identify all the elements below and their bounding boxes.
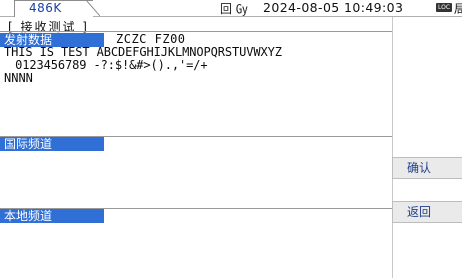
local-channel-label: 本地频道 <box>0 209 104 223</box>
intl-channel-label: 国际频道 <box>0 137 104 151</box>
status-tail-text: 局 <box>454 2 462 16</box>
soft-key-strip <box>392 0 462 278</box>
frequency-label: 486K <box>29 1 62 15</box>
message-line-3: NNNN <box>4 71 33 85</box>
confirm-button[interactable]: 确认 <box>392 157 462 179</box>
intl-channel-area <box>0 151 392 207</box>
local-channel-area <box>0 223 392 278</box>
status-bar: 486K 回 ㏉ 2024-08-05 10:49:03 LOC 局 <box>0 0 462 17</box>
message-line-2: 0123456789 -?:$!&#>().,'=/+ <box>8 58 208 72</box>
back-button[interactable]: 返回 <box>392 201 462 223</box>
frequency-tab[interactable]: 486K <box>14 0 93 17</box>
datetime: 2024-08-05 10:49:03 <box>263 0 404 15</box>
tab-slant-edge <box>86 0 100 16</box>
loc-badge-icon: LOC <box>436 3 452 12</box>
title-divider <box>0 31 392 32</box>
status-icons: 回 ㏉ <box>220 2 248 16</box>
